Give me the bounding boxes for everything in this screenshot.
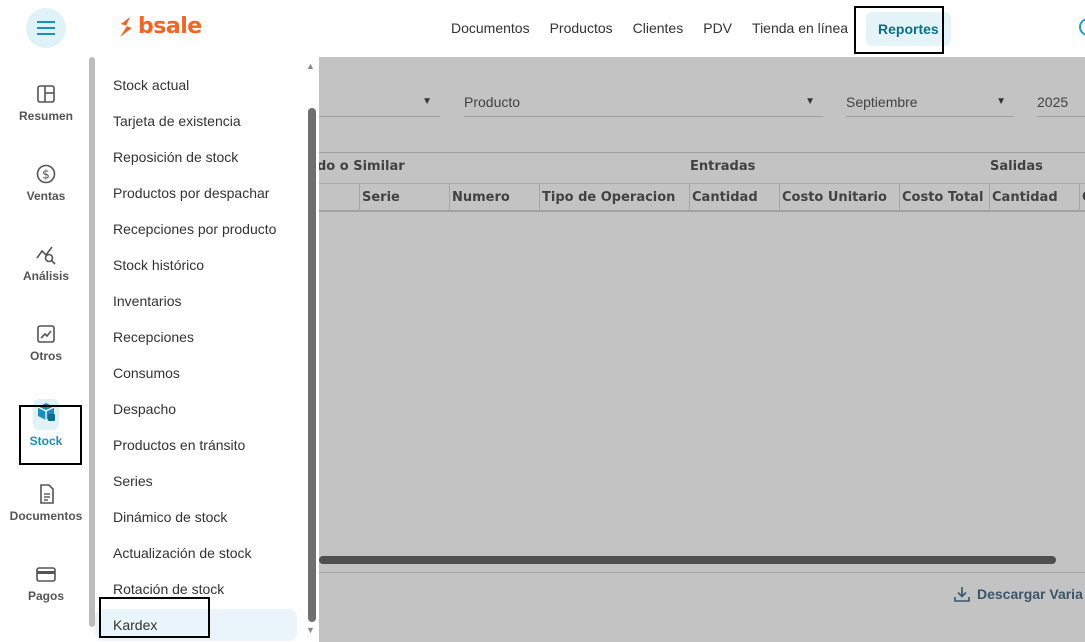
sidebar-item-stock[interactable]: Stock <box>0 391 92 455</box>
analytics-icon <box>36 246 56 265</box>
group-header-entradas: Entradas <box>690 159 756 174</box>
group-header-similar: do o Similar <box>319 159 405 174</box>
menu-item-inventarios[interactable]: Inventarios <box>95 285 297 317</box>
col-costo-total[interactable]: Costo Total <box>899 184 989 212</box>
sidebar-item-otros[interactable]: Otros <box>0 311 92 375</box>
col-serie[interactable]: Serie <box>359 184 449 212</box>
footer-divider <box>319 572 1085 573</box>
download-label: Descargar Varia <box>977 586 1083 602</box>
horizontal-scrollbar[interactable] <box>319 556 1056 564</box>
box-icon-wrap <box>33 398 59 430</box>
stock-reports-menu: Stock actual Tarjeta de existencia Repos… <box>95 57 305 642</box>
sidebar-item-analisis[interactable]: Análisis <box>0 231 92 295</box>
menu-item-stock-actual[interactable]: Stock actual <box>95 69 297 101</box>
nav-tienda-en-linea[interactable]: Tienda en línea <box>742 0 858 57</box>
sidebar-label: Stock <box>29 433 63 448</box>
menu-item-recepciones[interactable]: Recepciones <box>95 321 297 353</box>
year-value: 2025 <box>1037 94 1069 110</box>
menu-item-kardex[interactable]: Kardex <box>95 609 297 641</box>
chevron-down-icon: ▼ <box>996 96 1006 107</box>
menu-item-consumos[interactable]: Consumos <box>95 357 297 389</box>
logo-text: bsale <box>138 14 202 39</box>
producto-select[interactable]: Producto ▼ <box>464 87 823 117</box>
sidebar-item-documentos[interactable]: Documentos <box>0 471 92 535</box>
sidebar-label: Pagos <box>27 589 64 603</box>
table-column-header: Serie Numero Tipo de Operacion Cantidad … <box>319 184 1085 212</box>
sidebar-item-pagos[interactable]: Pagos <box>0 551 92 615</box>
hamburger-menu-button[interactable] <box>26 8 66 48</box>
nav-reportes[interactable]: Reportes <box>866 11 951 46</box>
filter-sucursal[interactable]: ▼ <box>319 87 440 117</box>
col-tipo-operacion[interactable]: Tipo de Operacion <box>539 184 689 212</box>
scroll-up-arrow-icon[interactable]: ▲ <box>306 61 315 71</box>
sidebar-item-ventas[interactable]: $ Ventas <box>0 151 92 215</box>
sidebar-label: Ventas <box>26 189 66 203</box>
col-cantidad-entrada[interactable]: Cantidad <box>689 184 779 212</box>
sidebar-label: Resumen <box>18 109 74 123</box>
sidebar-item-resumen[interactable]: Resumen <box>0 71 92 135</box>
menu-item-rotacion-stock[interactable]: Rotación de stock <box>95 573 297 605</box>
scroll-down-arrow-icon[interactable]: ▼ <box>306 625 315 635</box>
menu-item-series[interactable]: Series <box>95 465 297 497</box>
menu-item-tarjeta-existencia[interactable]: Tarjeta de existencia <box>95 105 297 137</box>
table-group-header: do o Similar Entradas Salidas <box>319 152 1085 184</box>
col-numero[interactable]: Numero <box>449 184 539 212</box>
icon-sidebar: Resumen $ Ventas Análisis Otros Stock Do… <box>0 57 92 642</box>
menu-item-despacho[interactable]: Despacho <box>95 393 297 425</box>
top-bar: bsale Documentos Productos Clientes PDV … <box>0 0 1085 57</box>
chevron-down-icon: ▼ <box>805 96 815 107</box>
group-header-salidas: Salidas <box>990 159 1043 174</box>
menu-item-reposicion-stock[interactable]: Reposición de stock <box>95 141 297 173</box>
month-select[interactable]: Septiembre ▼ <box>846 87 1014 117</box>
download-icon <box>954 587 970 602</box>
menu-item-actualizacion-stock[interactable]: Actualización de stock <box>95 537 297 569</box>
box-icon <box>37 402 55 421</box>
menu-item-dinamico-stock[interactable]: Dinámico de stock <box>95 501 297 533</box>
nav-clientes[interactable]: Clientes <box>623 0 694 57</box>
col-partial[interactable]: C <box>1079 184 1085 212</box>
menu-item-recepciones-por-producto[interactable]: Recepciones por producto <box>95 213 297 245</box>
document-icon <box>40 484 54 504</box>
chart-up-icon <box>37 325 55 343</box>
menu-item-productos-por-despachar[interactable]: Productos por despachar <box>95 177 297 209</box>
producto-placeholder: Producto <box>464 94 521 110</box>
svg-text:$: $ <box>42 168 50 182</box>
bsale-logo[interactable]: bsale <box>118 16 202 38</box>
col-cantidad-salida[interactable]: Cantidad <box>989 184 1079 212</box>
bsale-logo-icon <box>120 17 132 37</box>
sidebar-label: Otros <box>29 349 62 363</box>
hamburger-icon <box>37 21 55 35</box>
kardex-report-area: ▼ Producto ▼ Septiembre ▼ 2025 do o Simi… <box>319 57 1085 642</box>
sidebar-label: Análisis <box>22 269 70 283</box>
col-costo-unitario[interactable]: Costo Unitario <box>779 184 899 212</box>
chevron-down-icon: ▼ <box>422 96 432 107</box>
main-nav: Documentos Productos Clientes PDV Tienda… <box>441 0 951 57</box>
download-button[interactable]: Descargar Varia <box>953 585 1083 603</box>
sidebar-scrollbar[interactable] <box>89 57 95 627</box>
year-select[interactable]: 2025 <box>1037 87 1085 117</box>
dollar-icon: $ <box>36 164 56 184</box>
nav-productos[interactable]: Productos <box>540 0 623 57</box>
month-value: Septiembre <box>846 94 918 110</box>
nav-pdv[interactable]: PDV <box>693 0 742 57</box>
partial-icon <box>1079 18 1085 36</box>
menu-scrollbar-thumb[interactable] <box>308 108 316 622</box>
sidebar-label: Documentos <box>9 509 83 523</box>
menu-item-stock-historico[interactable]: Stock histórico <box>95 249 297 281</box>
card-icon <box>36 567 56 582</box>
layout-icon <box>37 85 55 103</box>
menu-item-productos-en-transito[interactable]: Productos en tránsito <box>95 429 297 461</box>
nav-documentos[interactable]: Documentos <box>441 0 540 57</box>
